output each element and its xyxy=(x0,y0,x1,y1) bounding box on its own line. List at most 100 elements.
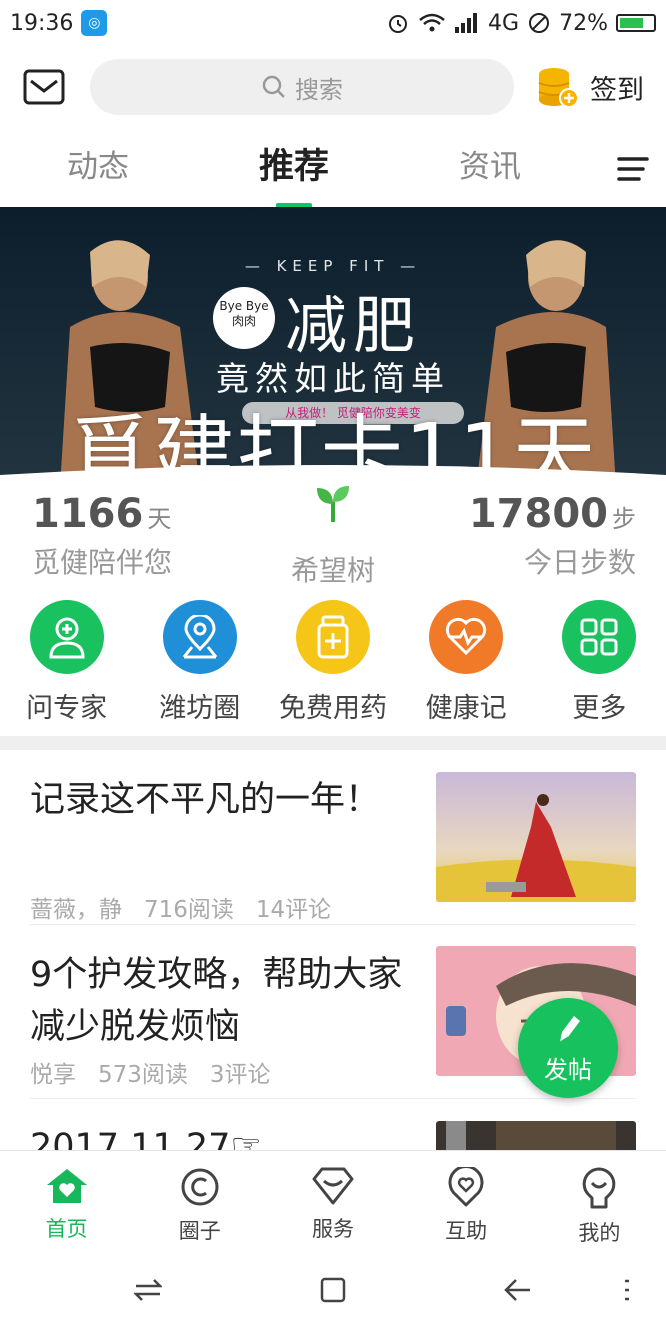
article-comments: 3评论 xyxy=(209,1062,271,1088)
medicine-icon xyxy=(295,600,370,674)
app-notification-icon: ◎ xyxy=(81,10,108,36)
profile-icon xyxy=(583,1167,616,1209)
vertical-dots-icon xyxy=(625,1279,629,1301)
search-placeholder: 搜索 xyxy=(295,75,343,104)
shortcut-label: 更多 xyxy=(572,693,627,724)
bubble-line1: Bye Bye xyxy=(219,299,269,313)
home-icon xyxy=(46,1169,87,1203)
nav-label: 首页 xyxy=(45,1217,88,1241)
tab-news[interactable]: 资讯 xyxy=(392,130,588,208)
diamond-icon xyxy=(312,1167,354,1205)
bubble-line2: 肉肉 xyxy=(231,314,256,328)
shortcut-label: 健康记 xyxy=(425,693,507,724)
back-button[interactable] xyxy=(500,1270,536,1310)
battery-percent: 72% xyxy=(559,10,608,36)
article-meta: 悦享 573阅读 3评论 xyxy=(30,1055,271,1089)
post-label: 发帖 xyxy=(544,1056,592,1084)
switch-arrows-icon xyxy=(134,1279,162,1301)
nav-mutual-help[interactable]: 互助 xyxy=(400,1151,533,1250)
tab-dynamic[interactable]: 动态 xyxy=(0,130,196,208)
nav-label: 互助 xyxy=(445,1219,488,1243)
steps-unit: 步 xyxy=(612,505,636,533)
article-reads: 573阅读 xyxy=(98,1062,188,1088)
wifi-icon xyxy=(419,13,445,32)
shortcut-ask-expert[interactable]: 问专家 xyxy=(0,600,133,730)
shortcut-weifang-circle[interactable]: 潍坊圈 xyxy=(133,600,266,730)
do-not-disturb-icon xyxy=(529,13,550,33)
circle-icon xyxy=(181,1168,219,1206)
section-divider xyxy=(0,736,666,750)
signin-button[interactable]: 签到 xyxy=(536,66,644,108)
coins-icon xyxy=(538,68,579,108)
article-meta: 蔷薇，静 716阅读 14评论 xyxy=(30,890,331,924)
more-options-button[interactable] xyxy=(612,1270,642,1310)
mail-icon xyxy=(23,69,65,105)
article-item[interactable]: 2017.11.27☞ xyxy=(30,1099,636,1150)
article-thumbnail xyxy=(436,772,636,902)
days-unit: 天 xyxy=(147,505,172,533)
signal-icon xyxy=(455,13,478,33)
nav-circle[interactable]: 圈子 xyxy=(133,1151,266,1250)
status-bar: 19:36 ◎ 4G 72% xyxy=(0,0,666,46)
shortcut-grid: 问专家 潍坊圈 免费用药 健康记 更多 xyxy=(0,600,666,730)
article-title: 2017.11.27☞ xyxy=(30,1127,262,1150)
banner-tagline: — KEEP FIT — xyxy=(244,257,422,275)
nav-home[interactable]: 首页 xyxy=(0,1151,133,1250)
shortcut-more[interactable]: 更多 xyxy=(533,600,666,730)
nav-service[interactable]: 服务 xyxy=(266,1151,399,1250)
heart-pulse-icon xyxy=(429,600,504,674)
search-icon xyxy=(262,75,285,98)
status-time: 19:36 xyxy=(10,10,74,36)
tab-recommend[interactable]: 推荐 xyxy=(196,130,392,208)
article-thumbnail xyxy=(436,1121,636,1150)
article-title: 记录这不平凡的一年！ xyxy=(30,780,381,820)
tree-badge xyxy=(295,465,371,541)
back-arrow-icon xyxy=(504,1279,530,1301)
shortcut-label: 问专家 xyxy=(26,693,108,724)
tree-label: 希望树 xyxy=(290,554,375,587)
sprout-icon xyxy=(317,486,349,522)
bottom-navigation: 首页 圈子 服务 互助 我的 xyxy=(0,1150,666,1250)
post-button[interactable]: 发帖 xyxy=(518,998,618,1098)
feed-tabs: 动态 推荐 资讯 xyxy=(0,130,666,208)
battery-icon xyxy=(616,14,656,32)
shortcut-free-medicine[interactable]: 免费用药 xyxy=(266,600,399,730)
recents-button[interactable] xyxy=(130,1270,166,1310)
help-heart-icon xyxy=(448,1165,484,1207)
nav-label: 圈子 xyxy=(178,1219,221,1243)
search-input[interactable]: 搜索 xyxy=(90,59,514,115)
pencil-icon xyxy=(559,1016,580,1043)
tab-menu-button[interactable] xyxy=(600,130,666,208)
square-icon xyxy=(320,1277,346,1303)
menu-icon xyxy=(617,157,649,181)
days-value: 1166 xyxy=(32,491,144,537)
article-title: 9个护发攻略，帮助大家减少脱发烦恼 xyxy=(30,955,403,1047)
stats-panel: 1166 天 觅健陪伴您 希望树 17800 步 今日步数 xyxy=(0,465,666,587)
today-steps[interactable]: 17800 步 今日步数 xyxy=(469,491,636,581)
network-type: 4G xyxy=(488,10,520,36)
nav-label: 服务 xyxy=(311,1217,354,1241)
hope-tree[interactable]: 希望树 xyxy=(233,465,433,589)
promo-banner[interactable]: — KEEP FIT — Bye Bye 肉肉 减肥 竟然如此简单 从我做！ 觅… xyxy=(0,207,666,485)
signin-label: 签到 xyxy=(590,74,644,106)
shortcut-label: 免费用药 xyxy=(278,693,387,724)
location-icon xyxy=(162,600,237,674)
message-button[interactable] xyxy=(22,67,66,107)
alarm-icon xyxy=(389,15,408,33)
nav-label: 我的 xyxy=(578,1221,621,1245)
days-label: 觅健陪伴您 xyxy=(32,546,173,579)
article-item[interactable]: 记录这不平凡的一年！ 蔷薇，静 716阅读 14评论 xyxy=(30,770,636,925)
home-system-button[interactable] xyxy=(315,1270,351,1310)
article-comments: 14评论 xyxy=(255,897,332,923)
shortcut-health-record[interactable]: 健康记 xyxy=(400,600,533,730)
banner-bubble: Bye Bye 肉肉 xyxy=(213,287,275,349)
shortcut-label: 潍坊圈 xyxy=(159,693,241,724)
top-header: 搜索 签到 xyxy=(0,52,666,122)
companion-days[interactable]: 1166 天 觅健陪伴您 xyxy=(32,491,172,581)
system-navigation-bar xyxy=(0,1250,666,1331)
grid-icon xyxy=(562,600,637,674)
status-indicators: 4G 72% xyxy=(386,11,656,36)
nav-profile[interactable]: 我的 xyxy=(533,1151,666,1250)
steps-label: 今日步数 xyxy=(523,546,636,579)
doctor-icon xyxy=(29,600,104,674)
